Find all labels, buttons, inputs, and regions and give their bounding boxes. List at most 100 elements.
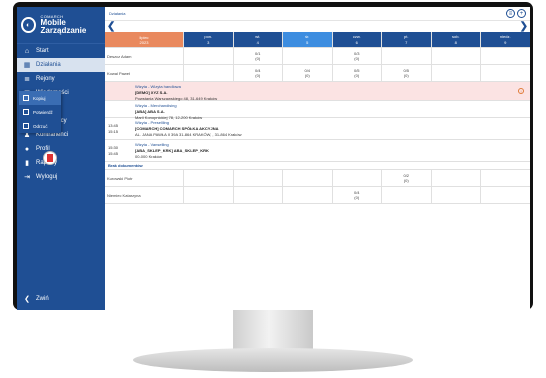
visit-company: [ABA_SKLEP_KRK] ABA_SKLEP_KRK xyxy=(135,148,209,153)
nav-item-8[interactable]: ▮Raporty xyxy=(17,156,105,170)
monitor-stand-neck xyxy=(233,310,313,352)
day-cell[interactable] xyxy=(480,187,530,203)
employee-name[interactable]: Deszcz Adam xyxy=(105,48,183,64)
nav-item-0[interactable]: ⌂ Start xyxy=(17,44,105,58)
add-icon[interactable]: + xyxy=(517,9,526,18)
day-cell[interactable] xyxy=(183,170,233,186)
no-documents-label: Brak dokumentów xyxy=(105,162,530,170)
warning-icon: ! xyxy=(518,88,524,94)
day-cell[interactable] xyxy=(183,65,233,81)
context-menu-item[interactable]: Potwierdź xyxy=(19,105,61,119)
day-header[interactable]: czw. 6 xyxy=(331,32,381,47)
nav-item-2[interactable]: ≣ Rejony xyxy=(17,72,105,86)
visit-details: Wizyta - Vanselling [ABA_SKLEP_KRK] ABA_S… xyxy=(135,142,209,160)
prev-week-icon[interactable]: ❮ xyxy=(107,21,115,32)
calendar-grid: lipiec 2023 pon. 3 wt. 4 śr. 5 czw. 6 pt. 7 sob. 8 nie… xyxy=(105,32,530,204)
day-cell[interactable] xyxy=(430,48,481,64)
regions-icon: ≣ xyxy=(24,76,30,83)
sidebar: ◐ COMARCH Mobile Zarządzanie ⌂ Start ▦ Dzia… xyxy=(17,7,105,310)
copy-icon xyxy=(23,95,29,101)
day-cell[interactable]: 0/5 (0) xyxy=(381,65,431,81)
day-cell[interactable] xyxy=(480,65,530,81)
day-cell[interactable] xyxy=(232,170,283,186)
day-header[interactable]: pt. 7 xyxy=(381,32,431,47)
task-count: 0/4 (0) xyxy=(254,67,261,78)
employee-name[interactable]: Niemiec Katarzyna xyxy=(105,187,183,203)
year-label: 2023 xyxy=(139,39,149,45)
employee-row: Kowal Paweł 0/4 (0) 0/4 (0) 0/5 (0) 0/5 (0) xyxy=(105,65,530,82)
day-cell[interactable]: 0/4 (0) xyxy=(232,65,283,81)
nav-item-label: Rejony xyxy=(36,76,55,82)
visit-item[interactable]: 15:30 15:45 Wizyta - Vanselling [ABA_SKLEP… xyxy=(105,140,530,162)
day-cell[interactable] xyxy=(282,187,332,203)
day-cell[interactable] xyxy=(232,187,283,203)
day-cell[interactable]: 0/4 (0) xyxy=(331,187,382,203)
employee-name[interactable]: Kurowski Piotr xyxy=(105,170,183,186)
day-cell[interactable] xyxy=(480,170,530,186)
day-cell[interactable] xyxy=(282,48,332,64)
day-cell[interactable]: 0/3 (0) xyxy=(331,48,382,64)
day-header[interactable]: pon. 3 xyxy=(183,32,233,47)
day-cell[interactable] xyxy=(430,187,481,203)
reports-icon: ▮ xyxy=(25,160,29,167)
day-cell[interactable] xyxy=(183,48,233,64)
day-cell[interactable] xyxy=(480,48,530,64)
employee-row: Niemiec Katarzyna 0/4 (0) xyxy=(105,187,530,204)
day-cell[interactable] xyxy=(381,187,431,203)
context-menu-item[interactable]: Odrzuć xyxy=(19,119,61,133)
employee-row: Deszcz Adam 0/1 (0) 0/3 (0) xyxy=(105,48,530,65)
task-count: 0/4 (0) xyxy=(304,67,311,78)
day-number: 9 xyxy=(504,39,507,45)
visit-item[interactable]: Wizyta - Merchandising [ABA] ABA S.A. Mari… xyxy=(105,101,530,120)
task-count: 0/3 (0) xyxy=(353,50,360,61)
day-cell[interactable] xyxy=(430,65,481,81)
monitor-stand-base xyxy=(133,348,413,372)
day-header[interactable]: wt. 4 xyxy=(232,32,282,47)
day-cell[interactable]: 0/4 (0) xyxy=(282,65,332,81)
context-menu-item[interactable]: Kopiuj xyxy=(19,91,61,105)
day-cell[interactable] xyxy=(282,170,332,186)
logo-icon: ◐ xyxy=(21,17,36,33)
context-menu: Kopiuj Potwierdź Odrzuć xyxy=(19,91,61,133)
day-number: 3 xyxy=(207,39,210,45)
day-header[interactable]: niedz. 9 xyxy=(480,32,530,47)
day-cell[interactable] xyxy=(331,170,382,186)
day-cell[interactable] xyxy=(430,170,481,186)
collapse-label: Zwiń xyxy=(36,296,49,302)
next-week-icon[interactable]: ❯ xyxy=(520,21,528,32)
task-count: 0/2 (0) xyxy=(403,172,410,183)
filter-menu-icon[interactable]: ≡ xyxy=(506,9,515,18)
day-cell[interactable]: 0/2 (0) xyxy=(381,170,431,186)
visit-address: 00-000 Kraków xyxy=(135,154,162,159)
calendar-header: lipiec 2023 pon. 3 wt. 4 śr. 5 czw. 6 pt. 7 sob. 8 nie… xyxy=(105,32,530,48)
task-count: 0/1 (0) xyxy=(254,50,261,61)
nav-item-1[interactable]: ▦ Działania xyxy=(17,58,105,72)
month-cell: lipiec 2023 xyxy=(105,32,183,47)
task-count: 0/5 (0) xyxy=(353,67,360,78)
visit-details: Wizyta - Presellling [COMARCH] COMARCH SP… xyxy=(135,120,242,138)
home-icon: ⌂ xyxy=(24,47,30,55)
day-number: 6 xyxy=(355,39,358,45)
day-header[interactable]: śr. 5 xyxy=(282,32,332,47)
context-menu-label: Odrzuć xyxy=(33,123,48,129)
visit-item[interactable]: Wizyta - Wizyta handlowa [DEMO] XYZ S.A. P… xyxy=(105,82,530,101)
visit-details: Wizyta - Wizyta handlowa [DEMO] XYZ S.A. P… xyxy=(135,84,217,102)
collapse-menu-button[interactable]: ❮ Zwiń xyxy=(17,293,111,305)
day-header[interactable]: sob. 8 xyxy=(430,32,480,47)
pdf-document-icon[interactable] xyxy=(43,151,57,165)
employee-row: Kurowski Piotr 0/2 (0) xyxy=(105,170,530,187)
day-cell[interactable]: 0/5 (0) xyxy=(331,65,382,81)
day-number: 5 xyxy=(306,39,309,45)
reject-icon xyxy=(23,123,29,129)
day-cell[interactable]: 0/1 (0) xyxy=(232,48,283,64)
day-cell[interactable] xyxy=(381,48,431,64)
day-cell[interactable] xyxy=(183,187,233,203)
nav-item-7[interactable]: ● Profil xyxy=(17,142,105,156)
confirm-icon xyxy=(23,109,29,115)
employee-name[interactable]: Kowal Paweł xyxy=(105,65,183,81)
chevron-left-icon: ❮ xyxy=(24,296,30,303)
profile-icon: ● xyxy=(24,145,30,153)
visit-item[interactable]: 13:45 15:15 Wizyta - Presellling [COMARCH]… xyxy=(105,118,530,140)
nav-item-9[interactable]: ⇥ Wyloguj xyxy=(17,170,105,184)
visit-time: 13:45 15:15 xyxy=(108,123,119,134)
